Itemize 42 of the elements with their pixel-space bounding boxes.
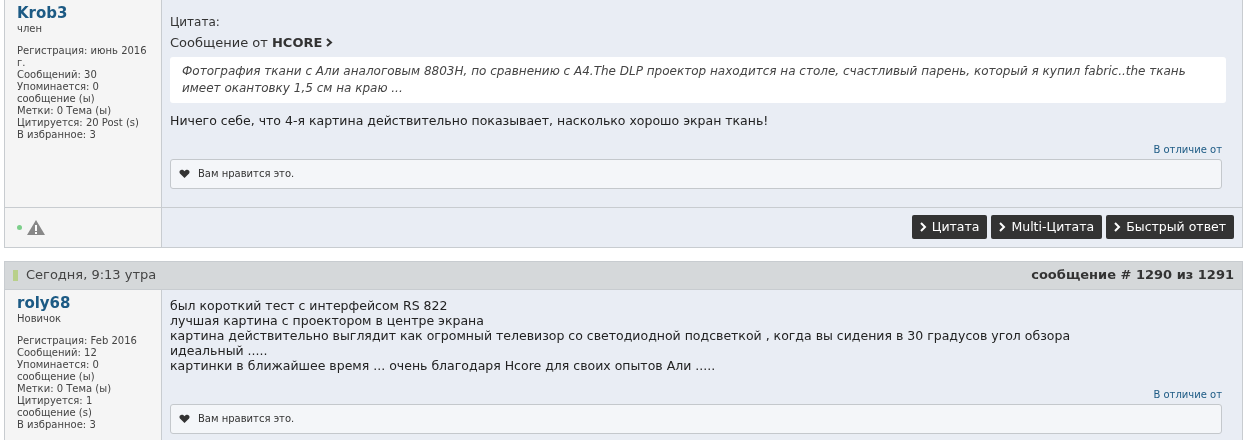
message-text: был короткий тест с интерфейсом RS 822 <box>170 297 449 313</box>
chevron-icon <box>1114 222 1122 232</box>
user-stat: Сообщений: 12 <box>17 346 98 359</box>
user-stat: В избранное: 3 <box>17 418 97 431</box>
warning-icon[interactable] <box>26 218 46 236</box>
message-text: картинки в ближайшее время ... очень благодаря Hcore для своих опытов Али ..... <box>170 357 717 373</box>
heart-icon <box>179 168 190 179</box>
message-text: лучшая картина с проектором в центре экрана <box>170 312 485 328</box>
user-rank: член <box>17 22 43 35</box>
quote-label: Цитата: <box>170 14 221 30</box>
chevron-icon <box>999 222 1007 232</box>
message-text: Ничего себе, что 4-я картина действительно показывает, насколько хорошо экран ткань! <box>170 112 770 128</box>
message-text: картина действительно выглядит как огромный телевизор со светодиодной подсветкой , когда вы сидения в 30 градусов угол обзора <box>170 327 1072 343</box>
quote-author: Сообщение от HCORE <box>170 34 323 52</box>
view-post-icon[interactable] <box>326 38 334 48</box>
user-stat: Регистрация: июнь 2016 г. <box>17 45 148 69</box>
user-stat: Метки: 0 Тема (ы) <box>17 105 113 117</box>
quote-text: Фотография ткани с Али аналоговым 8803H, по сравнению с A4.The DLP проектор находится на столе, счастливый парень, который я купил fabric..the ткань имеет окантовку 1,5 см на краю ... <box>170 56 1226 103</box>
post-action-button[interactable]: Быстрый ответ <box>1106 215 1234 239</box>
chevron-icon <box>919 222 927 232</box>
user-stat: Метки: 0 Тема (ы) <box>17 382 113 395</box>
user-stat: Цитируется: 1 сообщение (s) <box>17 394 94 419</box>
user-stat: Регистрация: Feb 2016 <box>17 334 138 347</box>
username-link[interactable]: roly68 <box>17 293 149 312</box>
post-date: Сегодня, 9:13 утра <box>26 266 157 285</box>
post-action-button[interactable]: Цитата <box>911 215 988 239</box>
unlike-link[interactable]: В отличие от <box>1153 386 1222 402</box>
post-action-button[interactable]: Multi-Цитата <box>991 215 1103 239</box>
user-rank: Новичок <box>17 311 63 325</box>
new-post-icon <box>13 269 18 281</box>
heart-icon <box>179 413 190 424</box>
post-number[interactable]: сообщение # 1290 из 1291 <box>1031 265 1234 285</box>
username-link[interactable]: Krob3 <box>17 4 149 22</box>
message-text: идеальный ..... <box>170 342 269 358</box>
likes-text: Вам нравится это. <box>198 167 295 181</box>
likes-text: Вам нравится это. <box>198 412 295 426</box>
user-stat: В избранное: 3 <box>17 129 97 141</box>
unlike-link[interactable]: В отличие от <box>1153 141 1222 157</box>
user-stat: Сообщений: 30 <box>17 69 98 81</box>
user-stat: Цитируется: 20 Post (s) <box>17 117 140 129</box>
user-stat: Упоминается: 0 сообщение (ы) <box>17 358 100 383</box>
user-stat: Упоминается: 0 сообщение (ы) <box>17 81 100 105</box>
